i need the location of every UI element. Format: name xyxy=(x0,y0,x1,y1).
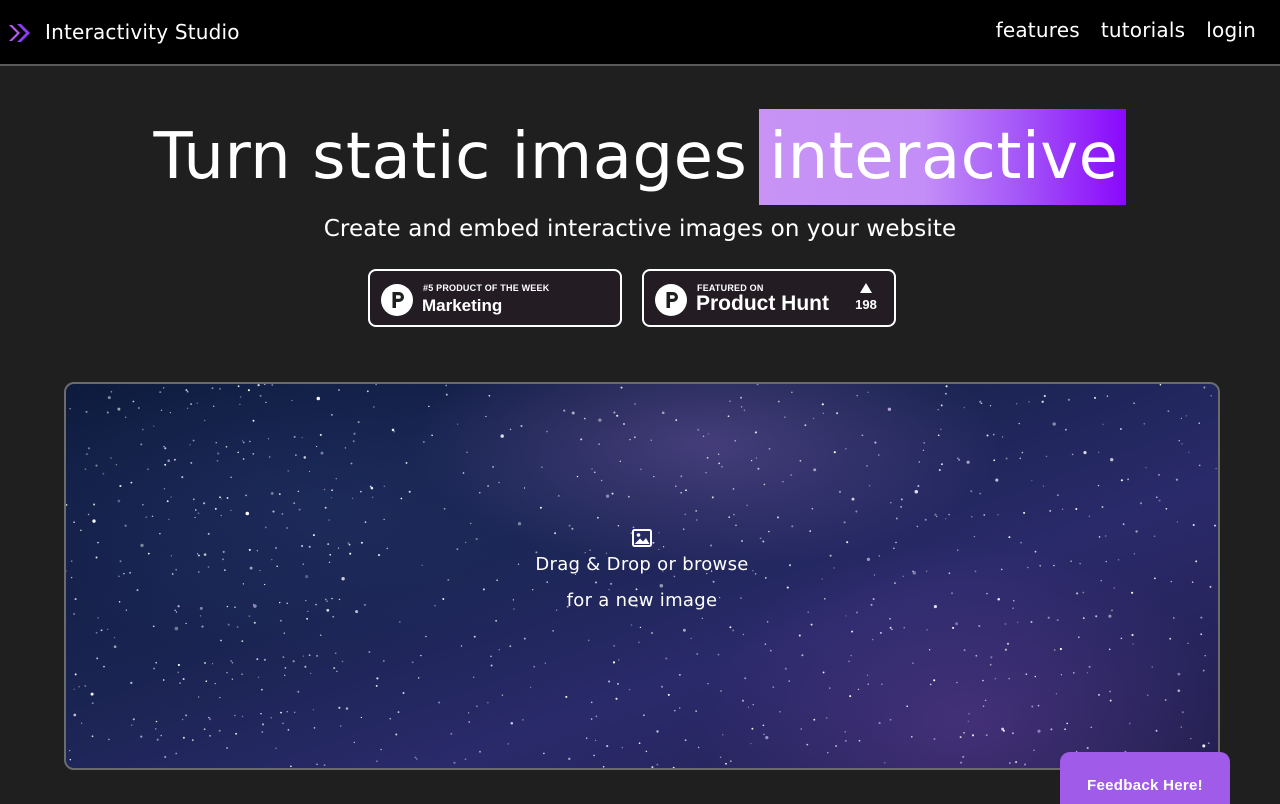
double-chevron-icon[interactable] xyxy=(8,22,34,44)
main-nav: features tutorials login xyxy=(996,18,1256,42)
hero-title-highlight: interactive xyxy=(759,109,1127,205)
upvote-count: 198 xyxy=(855,297,877,312)
nav-login-link[interactable]: login xyxy=(1206,18,1256,42)
badge-big-text: Product Hunt xyxy=(696,292,829,315)
product-hunt-icon xyxy=(381,284,413,316)
top-navigation-bar: Interactivity Studio features tutorials … xyxy=(0,0,1280,66)
image-icon xyxy=(632,529,652,547)
hero-title: Turn static images interactive xyxy=(0,109,1280,205)
featured-on-product-hunt-badge[interactable]: FEATURED ON Product Hunt 198 xyxy=(642,269,896,327)
dropzone-message: Drag & Drop or browse for a new image xyxy=(66,529,1218,619)
dropzone-line-1[interactable]: Drag & Drop or browse xyxy=(66,547,1218,583)
nav-tutorials-link[interactable]: tutorials xyxy=(1101,18,1185,42)
nav-features-link[interactable]: features xyxy=(996,18,1080,42)
feedback-button[interactable]: Feedback Here! xyxy=(1060,752,1230,804)
badge-small-text: #5 PRODUCT OF THE WEEK xyxy=(423,283,550,293)
upvote-triangle-icon xyxy=(860,283,872,293)
upvote-counter: 198 xyxy=(852,283,880,312)
badge-big-text: Marketing xyxy=(422,296,503,315)
brand-name[interactable]: Interactivity Studio xyxy=(45,20,240,44)
hero-title-static: Turn static images xyxy=(153,120,748,194)
product-of-week-badge[interactable]: #5 PRODUCT OF THE WEEK Marketing xyxy=(368,269,622,327)
dropzone-line-2: for a new image xyxy=(566,590,718,611)
product-hunt-icon xyxy=(655,284,687,316)
hero-subtitle: Create and embed interactive images on y… xyxy=(323,216,957,242)
image-dropzone[interactable]: Drag & Drop or browse for a new image xyxy=(64,382,1220,770)
